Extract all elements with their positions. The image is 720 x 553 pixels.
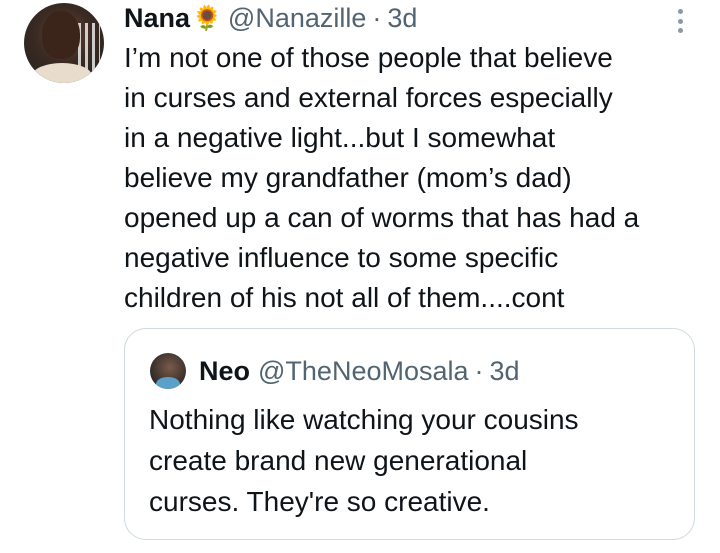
author-handle[interactable]: @Nanazille xyxy=(228,3,366,34)
quoted-text-line: Nothing like watching your cousins xyxy=(149,404,579,435)
more-vertical-icon[interactable] xyxy=(668,6,692,36)
avatar-shoulders xyxy=(32,63,92,83)
separator: · xyxy=(372,2,382,33)
avatar-background xyxy=(78,23,100,71)
quoted-text-line: create brand new generational xyxy=(149,445,528,476)
separator: · xyxy=(474,355,484,386)
tweet-text-line: believe my grandfather (mom’s dad) xyxy=(124,162,572,193)
tweet-text-line: I’m not one of those people that believe xyxy=(124,42,613,73)
quoted-avatar-clothing xyxy=(156,377,180,389)
tweet-text-line: in a negative light...but I somewhat xyxy=(124,122,556,153)
tweet-text: I’m not one of those people that believe… xyxy=(124,38,714,318)
tweet-text-line: children of his not all of them....cont xyxy=(124,282,565,313)
quoted-tweet-header: Neo @TheNeoMosala · 3d xyxy=(199,351,520,391)
timestamp[interactable]: 3d xyxy=(387,3,417,34)
tweet-header: Nana 🌻 @Nanazille · 3d xyxy=(124,0,417,36)
quoted-tweet-text: Nothing like watching your cousins creat… xyxy=(149,399,679,522)
quoted-author-handle[interactable]: @TheNeoMosala xyxy=(258,356,469,387)
quoted-avatar[interactable] xyxy=(150,353,186,389)
quoted-tweet[interactable]: Neo @TheNeoMosala · 3d Nothing like watc… xyxy=(124,328,695,540)
avatar[interactable] xyxy=(24,3,104,83)
sunflower-emoji-icon: 🌻 xyxy=(192,4,222,32)
quoted-timestamp[interactable]: 3d xyxy=(490,356,520,387)
quoted-author-name[interactable]: Neo xyxy=(199,356,250,387)
tweet-text-line: opened up a can of worms that has had a xyxy=(124,202,640,233)
quoted-text-line: curses. They're so creative. xyxy=(149,486,490,517)
author-name[interactable]: Nana xyxy=(124,3,190,34)
avatar-face xyxy=(42,11,80,59)
tweet[interactable]: Nana 🌻 @Nanazille · 3d I’m not one of th… xyxy=(0,0,720,553)
tweet-text-line: in curses and external forces especially xyxy=(124,82,613,113)
tweet-text-line: negative influence to some specific xyxy=(124,242,559,273)
